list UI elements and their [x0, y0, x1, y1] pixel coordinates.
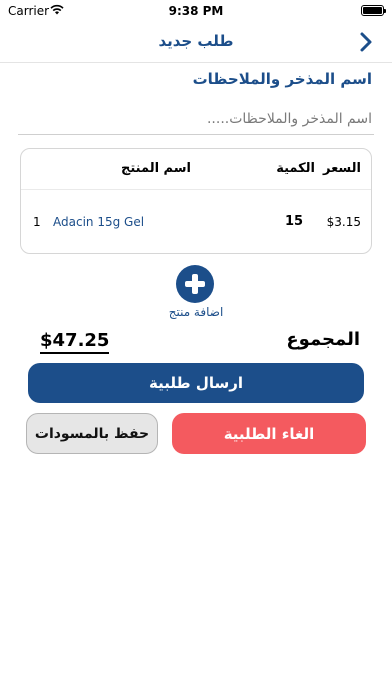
save-draft-button[interactable]: حفظ بالمسودات — [26, 413, 158, 454]
product-name[interactable]: Adacin 15g Gel — [53, 215, 144, 229]
product-quantity: 15 — [285, 214, 304, 229]
chevron-right-icon[interactable] — [356, 31, 376, 53]
battery-icon — [361, 5, 386, 16]
divider — [21, 189, 371, 190]
status-bar: Carrier 9:38 PM — [0, 0, 392, 22]
send-order-button[interactable]: ارسال طلبية — [28, 363, 364, 403]
notes-heading: اسم المذخر والملاحظات — [192, 70, 372, 88]
clock: 9:38 PM — [168, 4, 224, 18]
products-table: السعر الكمية اسم المنتج 1 Adacin 15g Gel… — [20, 148, 372, 254]
row-index: 1 — [33, 215, 41, 229]
navigation-bar: طلب جديد — [0, 22, 392, 63]
column-header-product-name: اسم المنتج — [121, 161, 191, 176]
product-price: $3.15 — [326, 215, 361, 229]
add-product-label[interactable]: اضافة منتج — [0, 305, 392, 319]
total-amount: $47.25 — [40, 330, 110, 354]
cancel-order-button[interactable]: الغاء الطلبية — [172, 413, 366, 454]
add-product-button[interactable] — [176, 265, 214, 303]
total-label: المجموع — [286, 329, 360, 350]
page-title: طلب جديد — [158, 32, 234, 50]
notes-input[interactable] — [18, 104, 374, 135]
column-header-quantity: الكمية — [276, 161, 315, 176]
column-header-price: السعر — [323, 161, 361, 176]
